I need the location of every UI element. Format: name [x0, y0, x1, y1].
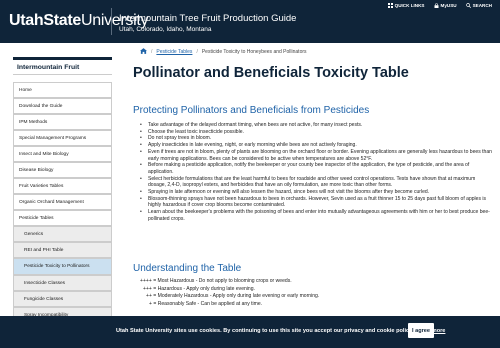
- protection-tips-list: Take advantage of the delayed dormant ti…: [140, 122, 492, 223]
- list-item: Choose the least toxic insecticide possi…: [140, 129, 492, 136]
- site-header: UtahStateUniversity Intermountain Tree F…: [0, 0, 500, 43]
- list-item: Select herbicide formulations that are t…: [140, 176, 492, 189]
- rating-line: ++++ = Most Hazardous - Do not apply to …: [140, 278, 292, 284]
- section-heading-understanding: Understanding the Table: [133, 263, 242, 274]
- breadcrumb-separator: /: [196, 49, 198, 55]
- logo-bold-text: UtahState: [9, 12, 81, 29]
- list-item: Spraying in late afternoon or evening wi…: [140, 189, 492, 196]
- quick-links-label: QUICK LINKS: [394, 3, 425, 8]
- site-subtitle: Utah, Colorado, Idaho, Montana: [119, 26, 212, 33]
- sidebar-nav: Intermountain Fruit: [13, 57, 112, 75]
- list-item: Apply insecticides in late evening, nigh…: [140, 142, 492, 149]
- rating-line: +++ = Hazardous - Apply only during late…: [143, 285, 255, 292]
- breadcrumb: / Pesticide Tables / Pesticide Toxicity …: [140, 48, 307, 56]
- sidebar-item-organic-orchard[interactable]: Organic Orchard Management: [13, 194, 112, 210]
- sidebar-item-insect-mite-biology[interactable]: Insect and Mite Biology: [13, 146, 112, 162]
- rating-line: + = Reasonably Safe - Can be applied at …: [149, 300, 263, 307]
- sidebar-item-download-guide[interactable]: Download the Guide: [13, 98, 112, 114]
- list-item: Take advantage of the delayed dormant ti…: [140, 122, 492, 129]
- sidebar-item-special-management[interactable]: Special Management Programs: [13, 130, 112, 146]
- list-item: Blossom-thinning sprays have not been ha…: [140, 196, 492, 209]
- sidebar-subitem-pollinator-toxicity[interactable]: Pesticide Toxicity to Pollinators: [13, 258, 112, 275]
- breadcrumb-link-pesticide-tables[interactable]: Pesticide Tables: [156, 49, 192, 55]
- search-label: SEARCH: [472, 3, 492, 8]
- breadcrumb-separator: /: [151, 49, 153, 55]
- sidebar-item-disease-biology[interactable]: Disease Biology: [13, 162, 112, 178]
- myusu-button[interactable]: MyUSU: [434, 3, 457, 8]
- site-title[interactable]: Intermountain Tree Fruit Production Guid…: [119, 13, 296, 24]
- breadcrumb-current: Pesticide Toxicity to Honeybees and Poll…: [201, 49, 307, 55]
- search-icon: [465, 3, 471, 8]
- header-divider: [111, 8, 112, 35]
- cookie-banner: Utah State University sites use cookies.…: [0, 316, 500, 348]
- myusu-label: MyUSU: [440, 3, 457, 8]
- quick-links-button[interactable]: QUICK LINKS: [387, 3, 425, 8]
- rating-line: ++ = Moderately Hazardous - Apply only d…: [146, 293, 320, 299]
- agree-button[interactable]: I agree: [408, 323, 434, 338]
- sidebar-subitem-insecticide-classes[interactable]: Insecticide Classes: [13, 275, 112, 291]
- sidebar-heading[interactable]: Intermountain Fruit: [13, 57, 112, 75]
- list-item: Learn about the beekeeper's problems wit…: [140, 209, 492, 222]
- sidebar-subitem-generics[interactable]: Generics: [13, 226, 112, 242]
- cookie-message-text: Utah State University sites use cookies.…: [116, 328, 414, 334]
- sidebar-item-fruit-varieties[interactable]: Fruit Varieties Tables: [13, 178, 112, 194]
- sidebar-item-pesticide-tables[interactable]: Pesticide Tables: [13, 210, 112, 226]
- page-title: Pollinator and Beneficials Toxicity Tabl…: [133, 65, 409, 81]
- sidebar-item-ipm-methods[interactable]: IPM Methods: [13, 114, 112, 130]
- search-button[interactable]: SEARCH: [465, 3, 492, 8]
- hazard-ratings-legend: ++++ = Most Hazardous - Do not apply to …: [140, 278, 319, 308]
- sidebar-item-home[interactable]: Home: [13, 82, 112, 98]
- lock-icon: [434, 3, 438, 8]
- grid-icon: [387, 3, 393, 8]
- list-item: Even if trees are not in bloom, plenty o…: [140, 149, 492, 162]
- list-item: Do not spray trees in bloom.: [140, 135, 492, 142]
- list-item: Before making a pesticide application, n…: [140, 162, 492, 175]
- section-heading-protecting: Protecting Pollinators and Beneficials f…: [133, 105, 370, 116]
- sidebar-subitem-fungicide-classes[interactable]: Fungicide Classes: [13, 291, 112, 307]
- home-icon[interactable]: [140, 48, 147, 56]
- sidebar-subitem-rei-phi[interactable]: REI and PHI Table: [13, 242, 112, 258]
- utility-links: QUICK LINKS MyUSU SEARCH: [387, 3, 492, 8]
- cookie-message: Utah State University sites use cookies.…: [116, 328, 445, 334]
